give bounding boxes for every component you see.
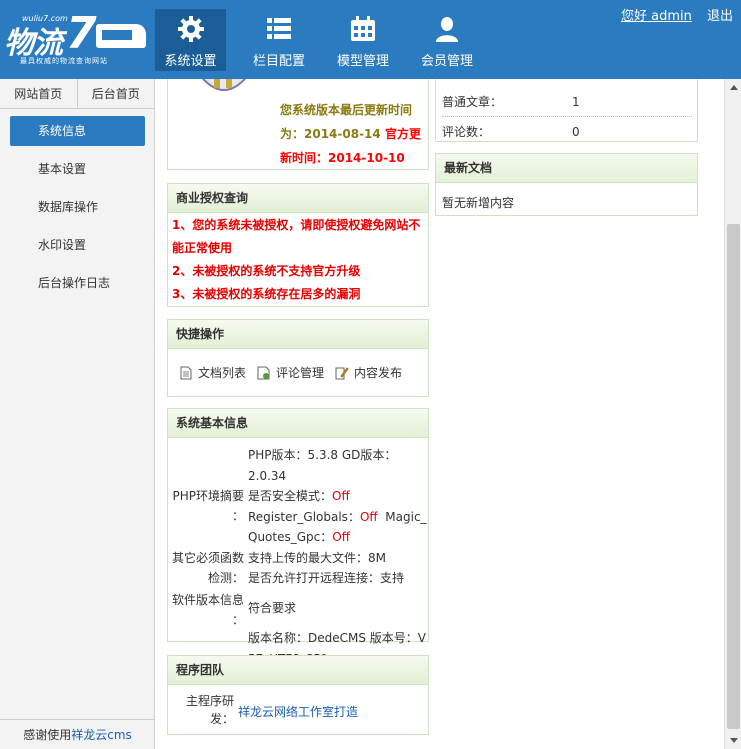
quick-link-label: 内容发布 (354, 366, 403, 380)
quick-link-label: 评论管理 (276, 366, 325, 380)
footer-cms-link[interactable]: 祥龙云cms (71, 728, 132, 742)
user-icon (436, 17, 458, 42)
license-line: 3、未被授权的系统存在居多的漏洞 (172, 287, 361, 301)
top-header: wuliu7.com 物流 7 最具权威的物流查询网站 系统设置 栏目配置 模型… (0, 0, 741, 79)
system-info-title: 系统基本信息 (168, 409, 428, 438)
php-summary-colon: ： (231, 509, 244, 523)
magic-quotes-label: Quotes_Gpc： (248, 530, 333, 544)
logo-slogan: 最具权威的物流查询网站 (20, 57, 108, 65)
software-version-value: 版本名称：DedeCMS 版本号：V (248, 631, 426, 645)
nav-label: 模型管理 (336, 54, 389, 69)
quick-actions-panel: 快捷操作 文档列表 评论管理 内容发布 (167, 319, 429, 397)
version-line-3: 新时间：2014-10-10 (280, 151, 405, 165)
tab-admin-home[interactable]: 后台首页 (78, 79, 155, 108)
stats-value: 1 (572, 95, 580, 109)
safe-mode-label: 是否安全模式： (248, 489, 333, 503)
quick-link-label: 文档列表 (198, 366, 247, 380)
version-official: 官方更 (384, 127, 421, 141)
list-icon (267, 18, 291, 39)
sidebar: 网站首页 后台首页 系统信息 基本设置 数据库操作 水印设置 后台操作日志 感谢… (0, 79, 155, 749)
latest-docs-empty: 暂无新增内容 (442, 196, 515, 210)
footer-text: 感谢使用 (23, 728, 72, 742)
quick-actions-title: 快捷操作 (168, 320, 428, 349)
max-upload-line: 支持上传的最大文件：8M (248, 550, 386, 565)
latest-docs-panel: 最新文档 暂无新增内容 (435, 153, 698, 216)
scroll-thumb[interactable] (727, 224, 740, 729)
software-version-colon: ： (231, 613, 244, 627)
php-summary-label: PHP环境摘要 (172, 489, 245, 503)
nav-item-system-settings[interactable]: 系统设置 (155, 9, 226, 71)
sidebar-menu: 系统信息 基本设置 数据库操作 水印设置 后台操作日志 (0, 109, 154, 298)
edit-icon (335, 366, 349, 379)
logout-link[interactable]: 退出 (707, 9, 733, 24)
team-panel: 程序团队 主程序研 发： 祥龙云网络工作室打造 (167, 655, 429, 735)
scroll-up-button[interactable] (725, 79, 741, 96)
license-panel: 商业授权查询 1、您的系统未被授权，请即使授权避免网站不 能正常使用 2、未被授… (167, 183, 429, 307)
document-icon (180, 366, 192, 379)
sidebar-item-basic-settings[interactable]: 基本设置 (10, 154, 145, 184)
functions-check-label-2: 检测： (207, 571, 244, 585)
stats-label: 普通文章： (442, 95, 503, 109)
version-line-1: 您系统版本最后更新时间 (280, 103, 413, 117)
nav-item-column-config[interactable]: 栏目配置 (238, 9, 320, 71)
user-greeting-link[interactable]: 您好 admin (621, 9, 692, 24)
functions-check-label: 其它必须函数 (172, 551, 245, 565)
truck-icon (96, 24, 146, 48)
comment-manage-icon (257, 366, 270, 379)
safe-mode-value: Off (332, 489, 350, 503)
license-line: 2、未被授权的系统不支持官方升级 (172, 264, 361, 278)
nav-item-member-management[interactable]: 会员管理 (406, 9, 488, 71)
main-content: 您系统版本最后更新时间 为：2014-08-14 官方更 新时间：2014-10… (155, 79, 724, 749)
software-version-label: 软件版本信息 (172, 593, 245, 607)
logo[interactable]: wuliu7.com 物流 7 最具权威的物流查询网站 (0, 0, 155, 79)
version-logo-icon (201, 79, 247, 91)
license-line: 能正常使用 (172, 241, 233, 255)
register-globals-value: Off (359, 509, 378, 524)
logo-brand-number: 7 (66, 8, 97, 59)
magic-quotes-value: Off (332, 530, 350, 544)
version-panel: 您系统版本最后更新时间 为：2014-08-14 官方更 新时间：2014-10… (167, 79, 429, 170)
tab-site-home[interactable]: 网站首页 (0, 79, 78, 108)
main-nav: 系统设置 栏目配置 模型管理 会员管理 (155, 9, 490, 71)
quick-link-comments[interactable]: 评论管理 (257, 364, 324, 381)
version-line-2: 为：2014-08-14 (280, 127, 381, 141)
team-label-2: 发： (209, 712, 234, 726)
nav-item-model-management[interactable]: 模型管理 (322, 9, 404, 71)
team-label: 主程序研 (185, 694, 234, 708)
license-panel-title: 商业授权查询 (168, 184, 428, 213)
php-version-line: PHP版本：5.3.8 GD版本：2.0.34 (248, 448, 397, 483)
team-value: 祥龙云网络工作室打造 (238, 705, 359, 719)
user-area: 您好 admin 退出 (621, 5, 733, 24)
scroll-down-button[interactable] (725, 732, 741, 749)
nav-label: 栏目配置 (252, 54, 305, 69)
stats-value: 0 (572, 125, 580, 139)
team-panel-title: 程序团队 (168, 656, 428, 685)
gear-icon (177, 16, 204, 42)
system-info-panel: 系统基本信息 PHP环境摘要 ： 其它必须函数 检测： 软件版本信息 ： PHP… (167, 408, 429, 666)
sidebar-item-watermark[interactable]: 水印设置 (10, 230, 145, 260)
quick-link-doc-list[interactable]: 文档列表 (180, 364, 246, 381)
vertical-scrollbar[interactable] (724, 79, 741, 749)
stats-panel: 普通文章： 1 评论数： 0 (435, 79, 698, 142)
nav-label: 系统设置 (164, 54, 217, 69)
remote-connection-line: 是否允许打开远程连接：支持 (248, 571, 405, 585)
license-line: 1、您的系统未被授权，请即使授权避免网站不 (172, 218, 421, 232)
sidebar-item-database[interactable]: 数据库操作 (10, 192, 145, 222)
sidebar-item-system-info[interactable]: 系统信息 (10, 116, 145, 146)
latest-docs-title: 最新文档 (436, 154, 697, 183)
sidebar-item-admin-log[interactable]: 后台操作日志 (10, 268, 145, 298)
sidebar-tabs: 网站首页 后台首页 (0, 79, 154, 109)
stats-label: 评论数： (442, 125, 491, 139)
functions-check-value: 符合要求 (248, 600, 297, 615)
register-globals-label: Register_Globals： (248, 509, 360, 524)
arrow-up-icon (730, 85, 738, 90)
quick-link-publish[interactable]: 内容发布 (335, 364, 402, 381)
sidebar-footer: 感谢使用祥龙云cms (0, 719, 155, 749)
calendar-icon (351, 16, 375, 41)
nav-label: 会员管理 (420, 54, 473, 69)
arrow-down-icon (730, 738, 738, 743)
magic-quotes-label-start: Magic_ (377, 509, 427, 524)
